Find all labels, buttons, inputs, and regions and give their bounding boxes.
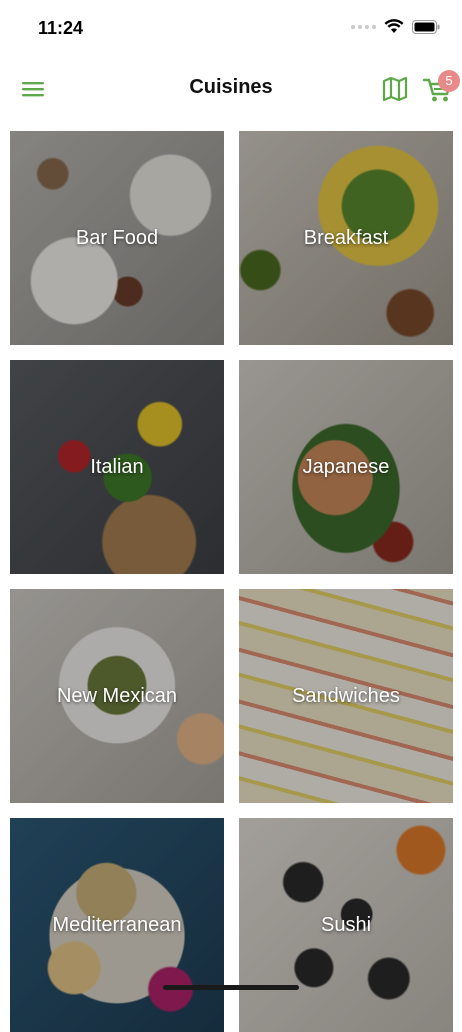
cuisine-label: Sandwiches	[292, 685, 400, 707]
cuisine-tile-bar-food[interactable]: Bar Food	[10, 131, 224, 345]
home-indicator[interactable]	[163, 985, 299, 990]
cuisine-label: Sushi	[320, 914, 372, 936]
cuisine-tile-japanese[interactable]: Japanese	[239, 360, 453, 574]
map-icon[interactable]	[381, 75, 409, 103]
cuisine-tile-new-mexican[interactable]: New Mexican	[10, 589, 224, 803]
cuisine-label: Japanese	[302, 456, 390, 478]
status-icons	[351, 19, 440, 34]
cuisine-label: Italian	[90, 456, 144, 478]
status-bar: 11:24	[0, 0, 462, 56]
signal-icon	[351, 24, 376, 29]
cuisine-label: New Mexican	[56, 685, 178, 707]
cuisine-label: Breakfast	[303, 227, 389, 249]
cuisine-grid: Bar Food Breakfast Italian Japanese New …	[10, 131, 453, 1032]
nav-bar: Cuisines	[0, 62, 462, 116]
cart-count-badge: 5	[438, 70, 460, 92]
wifi-icon	[384, 19, 404, 33]
cuisine-tile-breakfast[interactable]: Breakfast	[239, 131, 453, 345]
cuisine-label: Bar Food	[75, 227, 159, 249]
status-time: 11:24	[38, 18, 84, 38]
cuisine-tile-italian[interactable]: Italian	[10, 360, 224, 574]
battery-icon	[412, 19, 440, 34]
cuisine-tile-sandwiches[interactable]: Sandwiches	[239, 589, 453, 803]
cuisine-label: Mediterranean	[52, 914, 182, 936]
